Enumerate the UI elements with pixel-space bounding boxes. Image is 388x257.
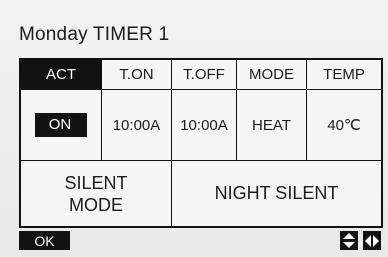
page-title: Monday TIMER 1 [19,24,170,45]
ok-button[interactable]: OK [19,231,70,250]
column-header-act[interactable]: ACT [21,60,102,90]
t-on-value[interactable]: 10:00A [102,90,172,161]
column-header-t-off[interactable]: T.OFF [172,60,237,90]
column-header-temp[interactable]: TEMP [307,60,381,90]
left-right-arrows-icon[interactable] [363,231,381,250]
silent-mode-line1: SILENT [64,172,128,193]
silent-mode-option[interactable]: SILENT MODE [21,161,172,226]
mode-value[interactable]: HEAT [237,90,307,161]
up-down-arrows-icon[interactable] [340,231,358,250]
temp-value[interactable]: 40℃ [307,90,381,161]
night-silent-option[interactable]: NIGHT SILENT [172,161,381,226]
act-value[interactable]: ON [34,113,88,137]
act-cell[interactable]: ON [21,90,102,161]
silent-mode-line2: MODE [69,194,123,215]
column-header-t-on[interactable]: T.ON [102,60,172,90]
column-header-mode[interactable]: MODE [237,60,307,90]
timer-table: ACT T.ON T.OFF MODE TEMP ON 10:00A 10:00… [19,58,383,228]
t-off-value[interactable]: 10:00A [172,90,237,161]
timer-panel: Monday TIMER 1 ACT T.ON T.OFF MODE TEMP … [0,0,388,257]
